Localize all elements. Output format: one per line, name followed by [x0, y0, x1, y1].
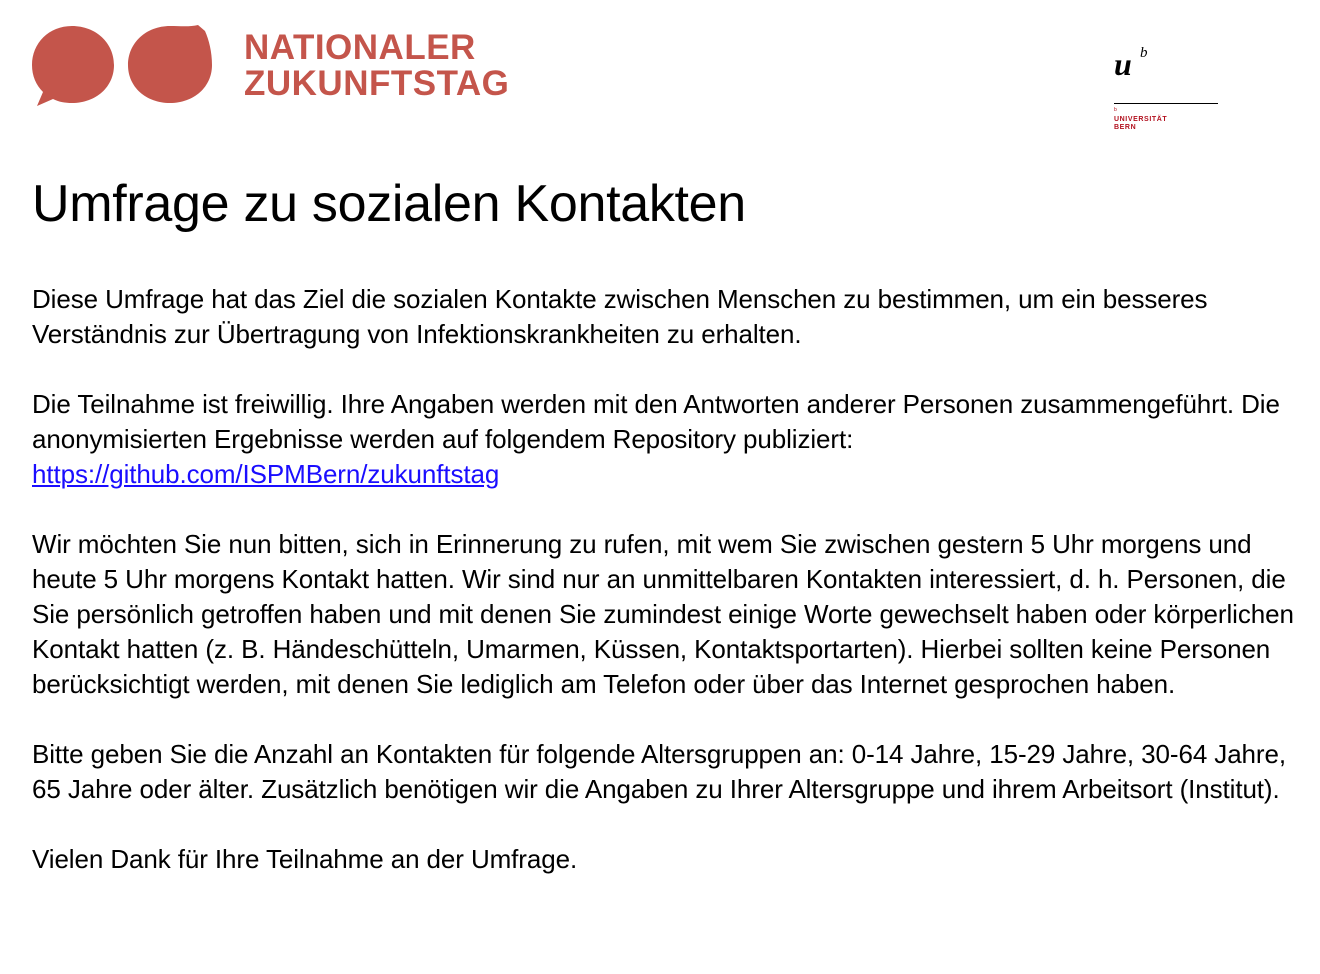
nationaler-zukunftstag-logo: NATIONALER ZUKUNFTSTAG: [30, 22, 530, 112]
participation-paragraph: Die Teilnahme ist freiwillig. Ihre Angab…: [32, 387, 1302, 492]
unibe-u-mark: u: [1114, 46, 1132, 82]
universitaet-bern-logo: u b b UNIVERSITÄT BERN: [1112, 46, 1222, 136]
page-header: NATIONALER ZUKUNFTSTAG u b b UNIVERSITÄT…: [0, 0, 1320, 140]
intro-paragraph: Diese Umfrage hat das Ziel die sozialen …: [32, 284, 1208, 349]
logo-wordmark: NATIONALER ZUKUNFTSTAG: [244, 30, 509, 102]
thank-you-paragraph: Vielen Dank für Ihre Teilnahme an der Um…: [32, 844, 578, 874]
document-body: Umfrage zu sozialen Kontakten Diese Umfr…: [32, 168, 1302, 877]
participation-text: Die Teilnahme ist freiwillig. Ihre Angab…: [32, 389, 1280, 454]
logo-divider: [1114, 103, 1218, 104]
age-groups-paragraph: Bitte geben Sie die Anzahl an Kontakten …: [32, 739, 1286, 804]
unibe-small-b: b: [1114, 107, 1117, 113]
logo-line-1: NATIONALER: [244, 28, 476, 67]
contact-instructions-paragraph: Wir möchten Sie nun bitten, sich in Erin…: [32, 529, 1294, 699]
unibe-wordmark: UNIVERSITÄT BERN: [1114, 116, 1167, 132]
logo-line-2: ZUKUNFTSTAG: [244, 64, 510, 103]
unibe-line-2: BERN: [1114, 124, 1137, 131]
unibe-b-superscript: b: [1140, 45, 1148, 61]
page-title: Umfrage zu sozialen Kontakten: [32, 175, 746, 233]
speech-bubbles-icon: [32, 25, 212, 106]
repository-link[interactable]: https://github.com/ISPMBern/zukunftstag: [32, 459, 499, 489]
unibe-line-1: UNIVERSITÄT: [1114, 116, 1168, 123]
